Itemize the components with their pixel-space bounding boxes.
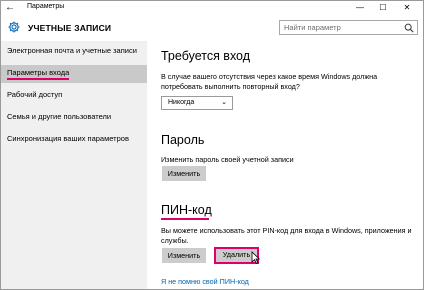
page-header: УЧЕТНЫЕ ЗАПИСИ	[1, 15, 423, 41]
dropdown-value: Никогда	[168, 99, 195, 106]
settings-window: ← Параметры — ☐ ✕ УЧЕТНЫЕ ЗАПИСИ Электро…	[0, 0, 424, 290]
title-bar: ← Параметры — ☐ ✕	[1, 1, 423, 15]
maximize-button[interactable]: ☐	[376, 2, 390, 14]
sidebar-item-family[interactable]: Семья и другие пользователи	[1, 109, 147, 127]
pin-description: Вы можете использовать этот PIN-код для …	[161, 226, 412, 245]
close-button[interactable]: ✕	[400, 2, 414, 14]
sidebar-item-signin-options[interactable]: Параметры входа	[1, 65, 147, 83]
require-signin-heading: Требуется вход	[161, 49, 251, 63]
sidebar-item-label: Электронная почта и учетные записи	[7, 46, 137, 55]
password-description: Изменить пароль своей учетной записи	[161, 155, 294, 164]
password-change-button[interactable]: Изменить	[162, 166, 206, 181]
sidebar-item-label: Синхронизация ваших параметров	[7, 134, 129, 143]
sidebar-item-label: Рабочий доступ	[7, 90, 63, 99]
mouse-cursor-icon	[251, 251, 260, 264]
search-box[interactable]	[279, 20, 418, 35]
password-heading: Пароль	[161, 133, 205, 147]
gear-icon	[8, 21, 20, 33]
sidebar-item-label: Семья и другие пользователи	[7, 112, 112, 121]
pin-heading: ПИН-код	[161, 203, 212, 217]
require-signin-description: В случае вашего отсутствия через какое в…	[161, 72, 378, 91]
sidebar-item-work-access[interactable]: Рабочий доступ	[1, 87, 147, 105]
chevron-down-icon: ⌄	[221, 99, 227, 106]
minimize-button[interactable]: —	[353, 2, 367, 14]
pin-change-button[interactable]: Изменить	[162, 248, 206, 263]
sidebar-item-label: Параметры входа	[7, 68, 70, 80]
search-input[interactable]	[280, 21, 400, 34]
page-title: УЧЕТНЫЕ ЗАПИСИ	[28, 23, 112, 33]
search-icon[interactable]	[404, 23, 414, 33]
sidebar: Электронная почта и учетные записи Парам…	[1, 41, 147, 289]
require-signin-dropdown[interactable]: Никогда ⌄	[161, 96, 233, 110]
sidebar-item-email-accounts[interactable]: Электронная почта и учетные записи	[1, 43, 147, 61]
forgot-pin-link[interactable]: Я не помню свой ПИН-код	[161, 277, 249, 286]
sidebar-item-sync[interactable]: Синхронизация ваших параметров	[1, 131, 147, 149]
window-title: Параметры	[27, 3, 65, 10]
back-arrow-icon[interactable]: ←	[4, 2, 16, 14]
pin-heading-highlight	[161, 218, 209, 220]
